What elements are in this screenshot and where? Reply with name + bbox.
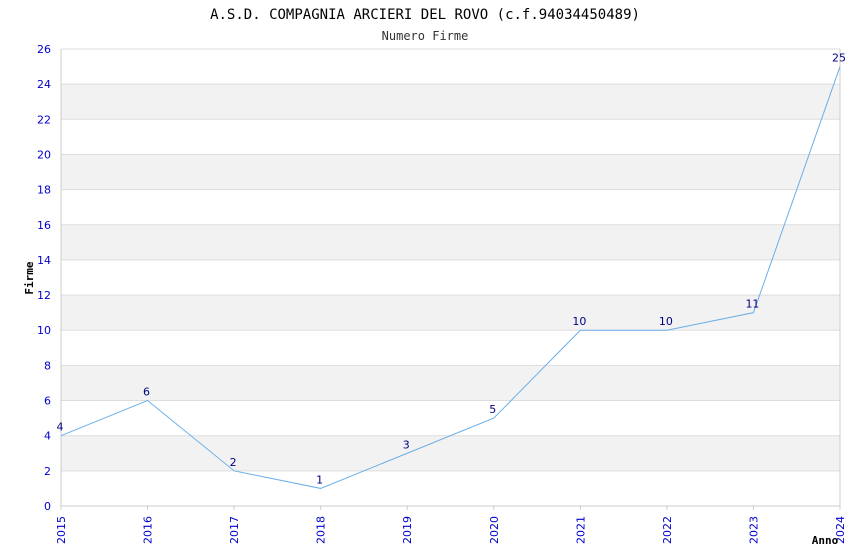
y-tick-label: 18 <box>37 184 51 197</box>
x-tick-label: 2019 <box>401 516 414 544</box>
background-band <box>61 295 840 331</box>
y-axis-label: Firme <box>23 261 36 294</box>
y-tick-label: 0 <box>44 500 51 513</box>
y-tick-label: 16 <box>37 219 51 232</box>
background-band <box>61 435 840 471</box>
y-tick-label: 22 <box>37 113 51 126</box>
data-label: 6 <box>143 386 150 399</box>
x-tick-label: 2018 <box>315 516 328 544</box>
y-tick-label: 14 <box>37 254 51 267</box>
data-label: 11 <box>745 298 759 311</box>
chart-title: A.S.D. COMPAGNIA ARCIERI DEL ROVO (c.f.9… <box>210 7 640 23</box>
x-tick-labels: 2015 2016 2017 2018 2019 2020 2021 2022 2023 2024 <box>55 516 847 544</box>
y-tick-label: 24 <box>37 78 51 91</box>
y-tick-label: 4 <box>44 430 51 443</box>
y-tick-label: 8 <box>44 359 51 372</box>
x-tick-label: 2015 <box>55 516 68 544</box>
background-band <box>61 224 840 260</box>
data-label: 4 <box>57 421 64 434</box>
x-tick-label: 2021 <box>574 516 587 544</box>
background-band <box>61 154 840 190</box>
background-bands <box>61 84 840 471</box>
x-tick-label: 2017 <box>228 516 241 544</box>
data-label: 5 <box>489 403 496 416</box>
chart-subtitle: Numero Firme <box>382 29 469 43</box>
x-tick-label: 2022 <box>661 516 674 544</box>
y-tick-label: 12 <box>37 289 51 302</box>
x-tick-label: 2016 <box>142 516 155 544</box>
y-tick-label: 26 <box>37 43 51 56</box>
y-tick-label: 2 <box>44 465 51 478</box>
x-tick-label: 2023 <box>747 516 760 544</box>
y-tick-labels: 02468101214161820222426 <box>37 43 51 513</box>
series-line <box>60 66 841 489</box>
data-label: 1 <box>316 473 323 486</box>
x-axis-label: Anno <box>812 534 839 547</box>
y-tick-label: 10 <box>37 324 51 337</box>
data-label: 25 <box>832 52 846 65</box>
background-band <box>61 84 840 120</box>
background-band <box>61 365 840 401</box>
y-tick-label: 6 <box>44 395 51 408</box>
data-label: 10 <box>572 315 586 328</box>
x-tick-label: 2020 <box>488 516 501 544</box>
y-tick-label: 20 <box>37 148 51 161</box>
series-line-path <box>60 66 841 489</box>
line-chart: 02468101214161820222426 2015 2016 2017 2018… <box>23 7 847 547</box>
data-label: 3 <box>403 438 410 451</box>
data-label: 2 <box>230 456 237 469</box>
data-label: 10 <box>659 315 673 328</box>
